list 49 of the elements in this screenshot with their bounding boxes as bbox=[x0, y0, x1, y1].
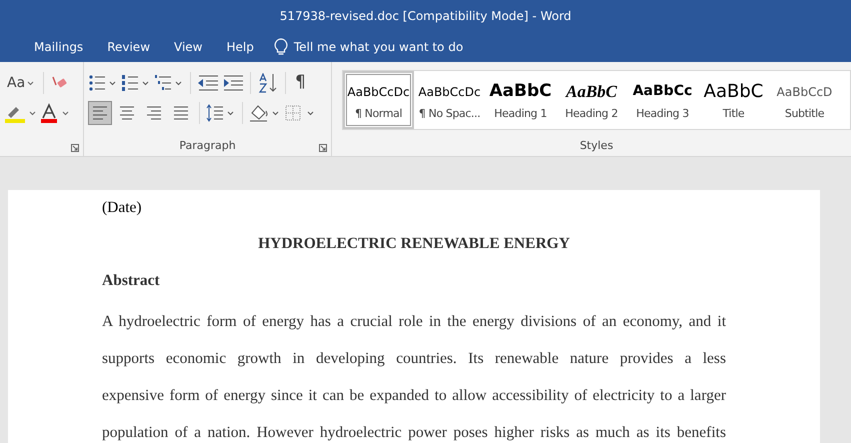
show-marks-button[interactable]: ¶ bbox=[292, 71, 309, 95]
style-name: ¶ No Spac... bbox=[418, 106, 480, 122]
numbered-list-icon[interactable] bbox=[121, 74, 151, 92]
style-preview: AaBbC bbox=[704, 80, 764, 104]
bullet-list-icon[interactable] bbox=[88, 74, 118, 92]
group-label: Styles bbox=[580, 138, 614, 154]
align-left-icon bbox=[91, 104, 109, 122]
group-label: Paragraph bbox=[179, 138, 236, 154]
window-title: 517938-revised.doc [Compatibility Mode] - Word bbox=[280, 8, 572, 25]
document-title: HYDROELECTRIC RENEWABLE ENERGY bbox=[257, 234, 571, 254]
ribbon-tab[interactable]: Review bbox=[95, 38, 162, 56]
increase-indent-icon[interactable] bbox=[222, 75, 244, 91]
style-preview: AaBbCcD bbox=[776, 84, 832, 101]
dialog-launcher-icon[interactable] bbox=[319, 144, 327, 152]
caret-icon bbox=[27, 80, 34, 86]
align-right-icon bbox=[145, 104, 163, 122]
dropdown-icon[interactable] bbox=[29, 110, 36, 116]
section-heading: Abstract bbox=[102, 271, 161, 291]
style-name: Title bbox=[722, 106, 744, 122]
lightbulb-icon[interactable] bbox=[274, 38, 288, 56]
ribbon-tab[interactable]: Mailings bbox=[22, 38, 96, 56]
style-preview: AaBbCc bbox=[632, 82, 692, 102]
line-spacing-icon[interactable] bbox=[206, 104, 236, 122]
style-preview: AaBbCcDc bbox=[347, 84, 410, 101]
ribbon-tab[interactable]: Help bbox=[214, 38, 266, 56]
style-preview: AaBbC bbox=[489, 80, 552, 103]
multilevel-list-icon[interactable] bbox=[154, 74, 184, 92]
style-option[interactable]: AaBbCcDc ¶ Normal bbox=[343, 71, 414, 129]
align-justify-icon bbox=[172, 104, 190, 122]
font-color-icon[interactable] bbox=[39, 103, 59, 123]
style-name: Subtitle bbox=[784, 106, 824, 122]
sort-icon[interactable] bbox=[257, 73, 279, 93]
style-name: Heading 3 bbox=[636, 106, 689, 122]
body-paragraph: A hydroelectric form of energy has a crucial role in the energy divisions of an economy, and it supports economic growth in developing countries. Its renewable nature provides a less expensive form of energy since it can be expanded to allow accessibility of electricity to a larger population of a nation. However hydroelectric power poses higher risks as much as its benefits bbox=[102, 312, 726, 443]
tell-me-search[interactable]: Tell me what you want to do bbox=[294, 38, 464, 56]
style-name: ¶ Normal bbox=[354, 106, 402, 122]
style-preview: AaBbC bbox=[566, 81, 618, 103]
ribbon-tab[interactable]: View bbox=[162, 38, 214, 56]
align-left-button[interactable] bbox=[88, 101, 112, 125]
date-line: (Date) bbox=[102, 198, 143, 218]
style-name: Heading 2 bbox=[565, 106, 618, 122]
align-center-icon bbox=[118, 104, 136, 122]
shading-icon[interactable] bbox=[249, 103, 281, 123]
dialog-launcher-icon[interactable] bbox=[71, 144, 79, 152]
change-case-button[interactable]: Aa bbox=[4, 71, 38, 95]
style-name: Heading 1 bbox=[494, 106, 547, 122]
style-preview: AaBbCcDc bbox=[418, 84, 481, 101]
decrease-indent-icon[interactable] bbox=[197, 75, 219, 91]
dropdown-icon[interactable] bbox=[62, 110, 69, 116]
